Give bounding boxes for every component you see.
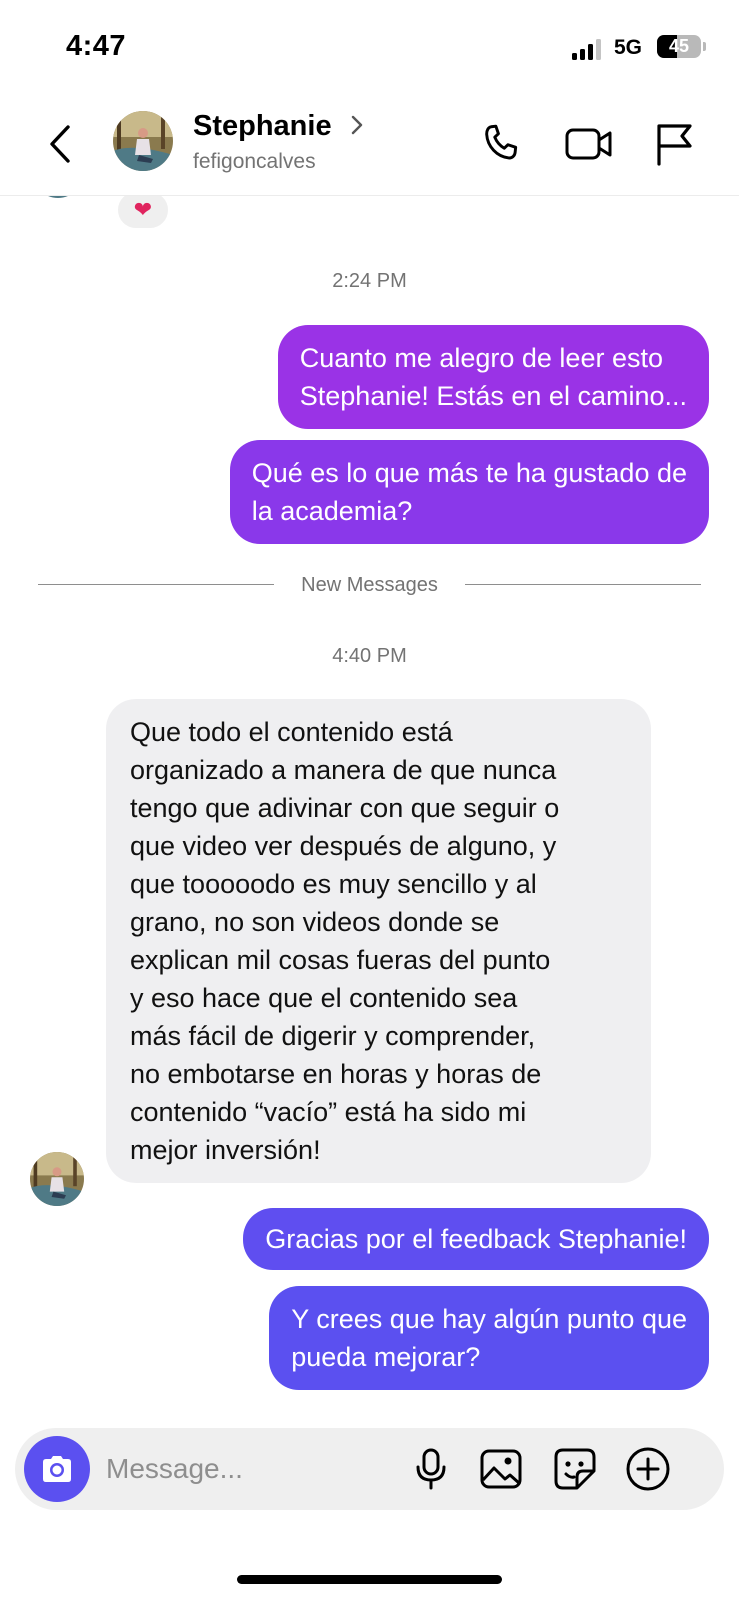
message-line: la academia? — [251, 496, 413, 526]
phone-icon — [485, 124, 518, 160]
message-line: grano, no son videos donde se — [130, 907, 500, 937]
image-icon — [480, 1449, 522, 1489]
flag-icon — [657, 124, 692, 166]
heart-icon: ❤ — [133, 197, 153, 222]
video-call-button[interactable] — [562, 118, 616, 170]
message-line: pueda mejorar? — [291, 1342, 481, 1372]
plus-circle-icon — [626, 1447, 670, 1491]
message-line: Gracias por el feedback Stephanie! — [265, 1224, 687, 1254]
battery-icon: 45 — [657, 35, 701, 58]
message-line: Que todo el contenido está — [130, 717, 453, 747]
camera-icon — [43, 1456, 71, 1482]
divider-label: New Messages — [301, 574, 438, 596]
video-camera-icon — [565, 128, 612, 160]
voice-message-button[interactable] — [407, 1445, 455, 1493]
outgoing-message[interactable]: Cuanto me alegro de leer esto Stephanie!… — [277, 325, 709, 429]
contact-avatar[interactable] — [113, 111, 173, 171]
message-input[interactable] — [106, 1447, 396, 1491]
message-line: tengo que adivinar con que seguir o — [130, 793, 560, 823]
message-line: organizado a manera de que nunca — [130, 755, 557, 785]
message-line: Y crees que hay algún punto que — [291, 1304, 687, 1334]
timestamp: 4:40 PM — [332, 645, 407, 667]
gallery-button[interactable] — [477, 1445, 525, 1493]
back-button[interactable] — [40, 122, 80, 166]
contact-handle: fefigoncalves — [193, 150, 316, 173]
message-line: Stephanie! Estás en el camino... — [299, 381, 687, 411]
signal-strength-icon — [572, 38, 602, 60]
contact-name[interactable]: Stephanie — [193, 110, 332, 143]
sticker-icon — [554, 1448, 596, 1490]
new-messages-divider: New Messages — [38, 574, 701, 596]
message-line: no embotarse en horas y horas de — [130, 1059, 542, 1089]
chat-area: ❤ 2:24 PM Cuanto me alegro de leer esto … — [0, 166, 739, 1424]
sticker-button[interactable] — [551, 1445, 599, 1493]
timestamp: 2:24 PM — [332, 270, 407, 292]
chat-header: Stephanie fefigoncalves — [0, 92, 739, 196]
voice-call-button[interactable] — [476, 118, 526, 170]
message-line: Qué es lo que más te ha gustado de — [251, 458, 687, 488]
divider-line — [465, 584, 701, 585]
incoming-message[interactable]: Que todo el contenido está organizado a … — [106, 699, 651, 1183]
message-line: que video ver después de alguno, y — [130, 831, 557, 861]
message-line: que tooooodo es muy sencillo y al — [130, 869, 537, 899]
report-button[interactable] — [650, 118, 698, 170]
avatar-photo — [113, 111, 173, 171]
chevron-right-icon[interactable] — [350, 114, 364, 141]
chevron-left-icon — [50, 125, 70, 163]
status-time: 4:47 — [66, 30, 127, 62]
microphone-icon — [416, 1448, 446, 1490]
message-line: Cuanto me alegro de leer esto — [299, 343, 663, 373]
sender-avatar[interactable] — [30, 1152, 84, 1206]
home-indicator — [237, 1575, 502, 1584]
message-line: explican mil cosas fueras del punto — [130, 945, 551, 975]
avatar-photo — [30, 1152, 84, 1206]
more-button[interactable] — [624, 1445, 672, 1493]
message-line: más fácil de digerir y comprender, — [130, 1021, 536, 1051]
battery-tip — [703, 42, 706, 51]
heart-reaction[interactable]: ❤ — [116, 190, 170, 230]
camera-button[interactable] — [24, 1436, 90, 1502]
outgoing-message[interactable]: Gracias por el feedback Stephanie! — [243, 1208, 709, 1270]
outgoing-message[interactable]: Qué es lo que más te ha gustado de la ac… — [229, 440, 709, 544]
message-composer — [15, 1428, 724, 1510]
status-bar: 4:47 5G 45 — [0, 0, 739, 92]
message-line: mejor inversión! — [130, 1135, 321, 1165]
message-line: contenido “vacío” está ha sido mi — [130, 1097, 527, 1127]
network-type: 5G — [614, 36, 643, 59]
outgoing-message[interactable]: Y crees que hay algún punto que pueda me… — [269, 1286, 709, 1390]
message-line: y eso hace que el contenido sea — [130, 983, 518, 1013]
battery-level: 45 — [668, 36, 690, 56]
